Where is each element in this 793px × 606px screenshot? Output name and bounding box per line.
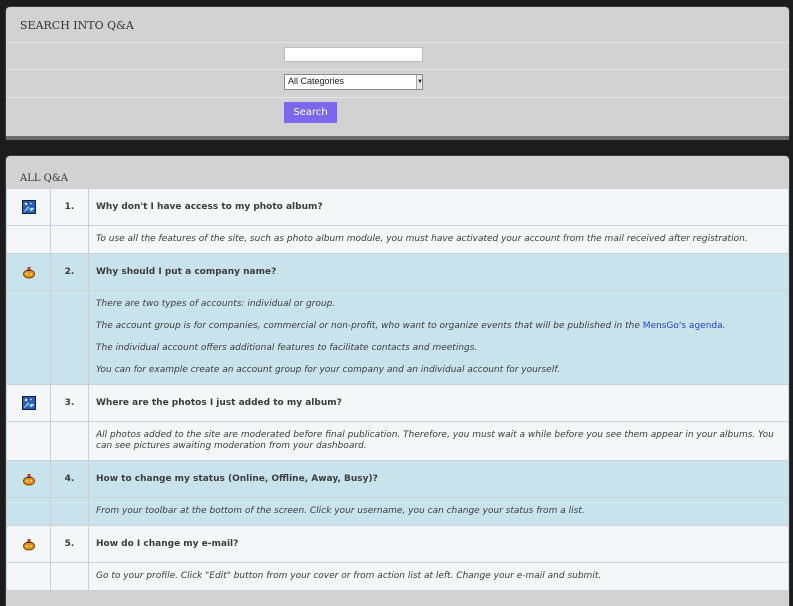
divider <box>6 69 789 70</box>
agenda-link[interactable]: MensGo's agenda <box>643 321 723 331</box>
question-number: 4. <box>50 460 89 498</box>
question-icon-cell <box>6 188 51 226</box>
qa-table: 1. Why don't I have access to my photo al… <box>6 188 789 591</box>
qa-panel-title: ALL Q&A <box>20 173 69 184</box>
answer-paragraph: You can for example create an account gr… <box>96 365 561 375</box>
answer-paragraph: To use all the features of the site, suc… <box>96 234 748 244</box>
question-row[interactable]: 5. How do I change my e-mail? <box>6 525 789 563</box>
answer-paragraph: Go to your profile. Click "Edit" button … <box>96 571 602 581</box>
category-select-value: All Categories <box>288 76 345 86</box>
answer-row: There are two types of accounts: individ… <box>6 290 789 385</box>
answer-spacer-cell <box>6 421 51 461</box>
question-icon-cell <box>6 253 51 291</box>
photo-icon <box>21 396 36 410</box>
question-row[interactable]: 4. How to change my status (Online, Offli… <box>6 460 789 498</box>
answer-text: Go to your profile. Click "Edit" button … <box>88 562 789 591</box>
question-text[interactable]: How do I change my e-mail? <box>88 525 789 563</box>
chevron-down-icon[interactable]: ▼ <box>416 75 423 89</box>
search-panel: SEARCH INTO Q&A All Categories ▼ Search <box>6 7 789 140</box>
answer-spacer-cell <box>6 562 51 591</box>
answer-row: All photos added to the site are moderat… <box>6 421 789 461</box>
answer-spacer-cell <box>6 225 51 254</box>
question-text[interactable]: Where are the photos I just added to my … <box>88 384 789 422</box>
divider <box>6 97 789 98</box>
question-icon-cell <box>6 384 51 422</box>
question-row[interactable]: 2. Why should I put a company name? <box>6 253 789 291</box>
question-text[interactable]: Why don't I have access to my photo albu… <box>88 188 789 226</box>
answer-paragraph: All photos added to the site are moderat… <box>96 430 774 451</box>
answer-row: To use all the features of the site, suc… <box>6 225 789 254</box>
search-input[interactable] <box>284 47 423 62</box>
search-button[interactable]: Search <box>284 102 337 123</box>
company-icon <box>22 474 36 486</box>
answer-paragraph: The individual account offers additional… <box>96 343 478 353</box>
question-icon-cell <box>6 460 51 498</box>
category-select[interactable]: All Categories ▼ <box>284 74 423 90</box>
answer-paragraph: The account group is for companies, comm… <box>96 321 726 331</box>
question-row[interactable]: 3. Where are the photos I just added to m… <box>6 384 789 422</box>
search-panel-title: SEARCH INTO Q&A <box>20 19 134 32</box>
company-icon <box>22 267 36 279</box>
question-number: 2. <box>50 253 89 291</box>
answer-text: All photos added to the site are moderat… <box>88 421 789 461</box>
answer-text: There are two types of accounts: individ… <box>88 290 789 385</box>
question-text[interactable]: Why should I put a company name? <box>88 253 789 291</box>
answer-spacer-cell <box>50 562 89 591</box>
company-icon <box>22 539 36 551</box>
answer-row: Go to your profile. Click "Edit" button … <box>6 562 789 591</box>
question-number: 1. <box>50 188 89 226</box>
question-number: 5. <box>50 525 89 563</box>
divider <box>6 42 789 43</box>
answer-spacer-cell <box>6 497 51 526</box>
answer-text: From your toolbar at the bottom of the s… <box>88 497 789 526</box>
answer-text: To use all the features of the site, suc… <box>88 225 789 254</box>
question-icon-cell <box>6 525 51 563</box>
answer-spacer-cell <box>6 290 51 385</box>
answer-paragraph: From your toolbar at the bottom of the s… <box>96 506 585 516</box>
answer-spacer-cell <box>50 421 89 461</box>
answer-spacer-cell <box>50 290 89 385</box>
qa-panel: ALL Q&A 1. Why don't I have access to my … <box>6 156 789 606</box>
answer-spacer-cell <box>50 497 89 526</box>
answer-paragraph: There are two types of accounts: individ… <box>96 299 336 309</box>
answer-spacer-cell <box>50 225 89 254</box>
question-text[interactable]: How to change my status (Online, Offline… <box>88 460 789 498</box>
question-row[interactable]: 1. Why don't I have access to my photo al… <box>6 188 789 226</box>
question-number: 3. <box>50 384 89 422</box>
answer-row: From your toolbar at the bottom of the s… <box>6 497 789 526</box>
photo-icon <box>21 200 36 214</box>
